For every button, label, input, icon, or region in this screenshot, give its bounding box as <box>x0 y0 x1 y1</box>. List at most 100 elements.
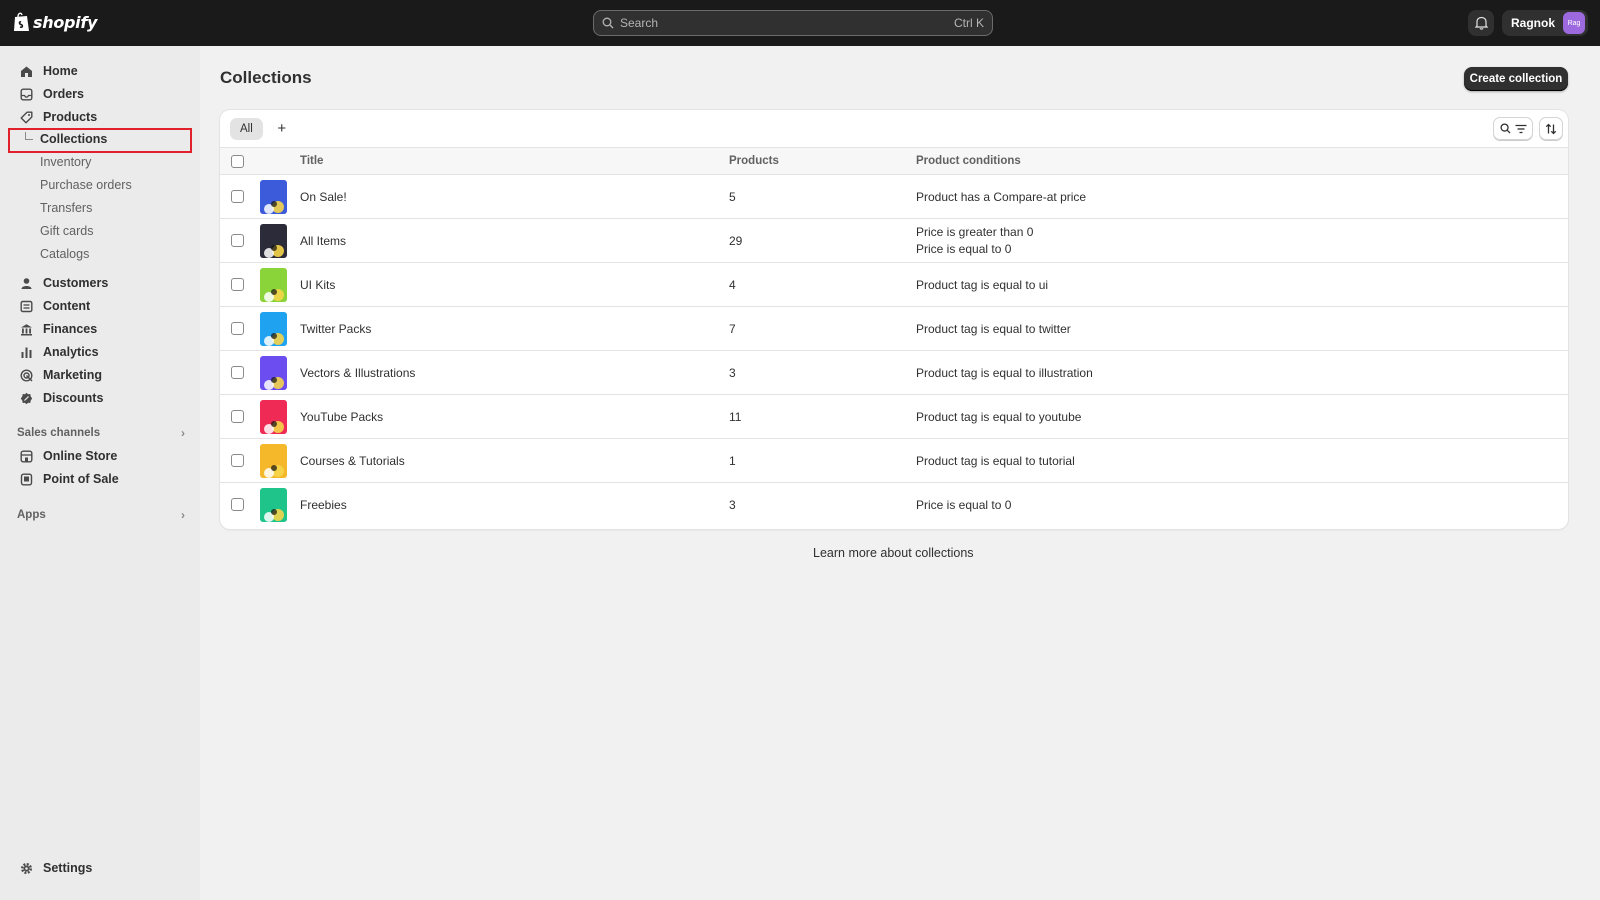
collection-title[interactable]: YouTube Packs <box>300 410 383 424</box>
sidebar-item-catalogs[interactable]: Catalogs <box>40 244 89 264</box>
condition-text: Price is equal to 0 <box>916 242 1012 256</box>
table-row[interactable]: Freebies 3 Price is equal to 0 <box>220 483 1568 527</box>
row-checkbox[interactable] <box>231 190 244 203</box>
column-products[interactable]: Products <box>729 155 779 167</box>
condition-text: Product tag is equal to illustration <box>916 366 1093 380</box>
user-name: Ragnok <box>1511 16 1556 30</box>
apps-section[interactable]: Apps › <box>17 508 185 522</box>
sidebar-item-label: Content <box>43 299 91 313</box>
product-count: 3 <box>729 498 736 512</box>
row-checkbox[interactable] <box>231 366 244 379</box>
sort-icon <box>1545 123 1557 134</box>
table-row[interactable]: Twitter Packs 7 Product tag is equal to tw… <box>220 307 1568 351</box>
user-menu[interactable]: Ragnok Rag <box>1502 10 1589 36</box>
row-checkbox[interactable] <box>231 278 244 291</box>
sidebar-item-label: Purchase orders <box>40 178 132 192</box>
sidebar-item-analytics[interactable]: Analytics <box>12 341 192 363</box>
collection-thumbnail <box>260 180 287 214</box>
collection-thumbnail <box>260 224 287 258</box>
collection-thumbnail <box>260 444 287 478</box>
sidebar-item-finances[interactable]: Finances <box>12 318 192 340</box>
condition-text: Product has a Compare-at price <box>916 190 1087 204</box>
sidebar-item-label: Marketing <box>43 368 103 382</box>
collections-help-link[interactable]: collections <box>915 546 973 560</box>
sort-button[interactable] <box>1539 117 1563 140</box>
column-title[interactable]: Title <box>300 155 323 167</box>
sidebar-item-label: Customers <box>43 276 109 290</box>
table-row[interactable]: UI Kits 4 Product tag is equal to ui <box>220 263 1568 307</box>
sidebar-item-label: Analytics <box>43 345 99 359</box>
notifications-button[interactable] <box>1468 10 1494 36</box>
condition-text: Price is equal to 0 <box>916 498 1012 512</box>
sidebar-item-products[interactable]: Products <box>12 106 192 128</box>
row-checkbox[interactable] <box>231 234 244 247</box>
home-icon <box>18 63 34 79</box>
product-count: 7 <box>729 322 736 336</box>
chevron-right-icon: › <box>181 508 185 522</box>
product-conditions: Product tag is equal to illustration <box>916 365 1093 382</box>
collection-title[interactable]: On Sale! <box>300 190 347 204</box>
search-icon <box>1499 123 1511 134</box>
collection-title[interactable]: Freebies <box>300 498 347 512</box>
sidebar-item-marketing[interactable]: Marketing <box>12 364 192 386</box>
brand-name: shopify <box>33 12 98 32</box>
sidebar-item-label: Orders <box>43 87 84 101</box>
product-conditions: Price is greater than 0 Price is equal to… <box>916 224 1033 258</box>
sidebar-item-purchase-orders[interactable]: Purchase orders <box>40 175 132 195</box>
table-row[interactable]: On Sale! 5 Product has a Compare-at price <box>220 175 1568 219</box>
sidebar-item-content[interactable]: Content <box>12 295 192 317</box>
condition-text: Price is greater than 0 <box>916 225 1034 239</box>
sidebar-item-home[interactable]: Home <box>12 60 192 82</box>
sidebar-item-label: Gift cards <box>40 224 94 238</box>
table-row[interactable]: Courses & Tutorials 1 Product tag is equal… <box>220 439 1568 483</box>
sidebar-item-online-store[interactable]: Online Store <box>12 445 192 467</box>
view-tabs: All + <box>220 110 1568 147</box>
collection-title[interactable]: UI Kits <box>300 278 335 292</box>
search-placeholder: Search <box>620 16 659 30</box>
selection-highlight <box>8 128 192 153</box>
collection-title[interactable]: All Items <box>300 234 346 248</box>
table-row[interactable]: Vectors & Illustrations 3 Product tag is e… <box>220 351 1568 395</box>
search-filter-button[interactable] <box>1493 117 1533 140</box>
search-input[interactable]: Search Ctrl K <box>593 10 993 36</box>
sidebar-item-inventory[interactable]: Inventory <box>40 152 91 172</box>
row-checkbox[interactable] <box>231 322 244 335</box>
add-view-button[interactable]: + <box>271 118 293 140</box>
sidebar-item-point-of-sale[interactable]: Point of Sale <box>12 468 192 490</box>
table-row[interactable]: All Items 29 Price is greater than 0 Price … <box>220 219 1568 263</box>
store-icon <box>18 448 34 464</box>
select-all-checkbox[interactable] <box>231 155 244 168</box>
condition-text: Product tag is equal to twitter <box>916 322 1071 336</box>
pos-icon <box>18 471 34 487</box>
product-count: 5 <box>729 190 736 204</box>
collection-title[interactable]: Vectors & Illustrations <box>300 366 415 380</box>
sidebar-item-label: Settings <box>43 861 93 875</box>
condition-text: Product tag is equal to tutorial <box>916 454 1075 468</box>
sidebar-item-discounts[interactable]: Discounts <box>12 387 192 409</box>
collection-thumbnail <box>260 268 287 302</box>
row-checkbox[interactable] <box>231 498 244 511</box>
collection-title[interactable]: Courses & Tutorials <box>300 454 405 468</box>
table-row[interactable]: YouTube Packs 11 Product tag is equal to y… <box>220 395 1568 439</box>
table-header: Title Products Product conditions <box>220 147 1568 175</box>
sidebar-item-orders[interactable]: Orders <box>12 83 192 105</box>
row-checkbox[interactable] <box>231 454 244 467</box>
sidebar-item-customers[interactable]: Customers <box>12 272 192 294</box>
sidebar-item-label: Home <box>43 64 78 78</box>
sidebar-item-label: Point of Sale <box>43 472 119 486</box>
bar-chart-icon <box>18 344 34 360</box>
create-collection-button[interactable]: Create collection <box>1464 67 1568 91</box>
avatar: Rag <box>1563 12 1586 34</box>
sidebar-item-gift-cards[interactable]: Gift cards <box>40 221 94 241</box>
shopify-logo[interactable]: shopify <box>13 12 97 32</box>
product-count: 29 <box>729 234 743 248</box>
person-icon <box>18 275 34 291</box>
tab-all[interactable]: All <box>230 117 263 140</box>
sales-channels-section[interactable]: Sales channels › <box>17 426 185 440</box>
collection-title[interactable]: Twitter Packs <box>300 322 371 336</box>
sidebar-item-settings[interactable]: Settings <box>12 857 192 879</box>
content-icon <box>18 298 34 314</box>
row-checkbox[interactable] <box>231 410 244 423</box>
sidebar-item-transfers[interactable]: Transfers <box>40 198 92 218</box>
sidebar-item-label: Discounts <box>43 391 104 405</box>
